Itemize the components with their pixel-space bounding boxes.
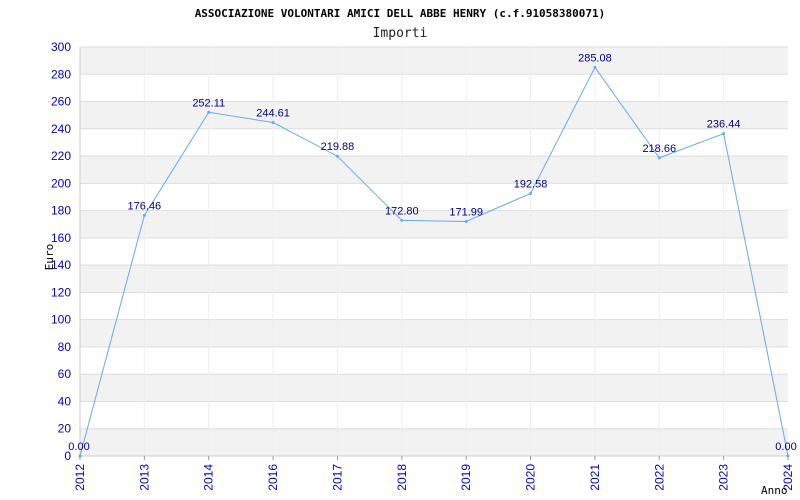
y-tick-label: 240 [51, 122, 71, 136]
x-tick-label: 2021 [588, 464, 602, 491]
x-tick-label: 2019 [459, 464, 473, 491]
data-point [335, 154, 339, 158]
y-axis-label: Euro [43, 244, 56, 271]
data-point [722, 132, 726, 136]
x-tick-label: 2018 [395, 464, 409, 491]
background-band [80, 374, 788, 402]
data-point [207, 110, 211, 114]
background-band [80, 156, 788, 184]
y-tick-label: 40 [58, 394, 72, 408]
data-label: 285.08 [578, 52, 612, 64]
x-tick-label: 2013 [137, 464, 151, 491]
data-label: 0.00 [68, 441, 89, 453]
line-chart: 0204060801001201401601802002202402602803… [43, 7, 797, 497]
x-tick-label: 2020 [524, 464, 538, 491]
x-tick-labels: 2012 2013 2014 2016 2017 2018 2019 2020 2021 2022… [73, 456, 795, 491]
y-tick-label: 160 [51, 231, 71, 245]
background-band [80, 47, 788, 75]
data-label: 171.99 [449, 207, 483, 219]
background-band [80, 428, 788, 456]
y-tick-label: 260 [51, 95, 71, 109]
data-label: 172.80 [385, 205, 419, 217]
y-tick-label: 280 [51, 67, 71, 81]
data-point [786, 454, 790, 458]
background-band [80, 265, 788, 293]
background-band [80, 101, 788, 129]
y-tick-label: 120 [51, 285, 71, 299]
y-tick-label: 300 [51, 40, 71, 54]
data-label: 0.00 [775, 441, 796, 453]
data-point [78, 454, 82, 458]
data-point [271, 121, 275, 125]
x-tick-label: 2014 [202, 464, 216, 491]
y-tick-label: 80 [58, 340, 72, 354]
y-tick-label: 220 [51, 149, 71, 163]
x-axis-label: Anno [761, 484, 788, 497]
data-point [529, 191, 533, 195]
chart-title: ASSOCIAZIONE VOLONTARI AMICI DELL ABBE H… [195, 7, 606, 20]
data-point [464, 220, 468, 224]
y-tick-label: 180 [51, 204, 71, 218]
background-band [80, 319, 788, 347]
data-label: 252.11 [192, 97, 225, 109]
data-label: 218.66 [642, 143, 676, 155]
x-tick-label: 2017 [330, 464, 344, 491]
data-point [400, 218, 404, 222]
x-tick-label: 2023 [717, 464, 731, 491]
x-tick-label: 2012 [73, 464, 87, 491]
y-tick-label: 20 [58, 422, 72, 436]
y-tick-label: 100 [51, 313, 71, 327]
chart-subtitle: Importi [373, 26, 428, 41]
data-label: 176.46 [128, 200, 162, 212]
plot-background-bands [80, 47, 788, 456]
data-point [142, 213, 146, 217]
y-tick-label: 60 [58, 367, 72, 381]
x-tick-label: 2016 [266, 464, 280, 491]
data-label: 244.61 [256, 108, 290, 120]
data-label: 219.88 [321, 141, 355, 153]
background-band [80, 210, 788, 238]
data-point [657, 156, 661, 160]
data-point [593, 65, 597, 69]
data-label: 236.44 [707, 119, 741, 131]
data-label: 192.58 [514, 178, 548, 190]
x-tick-label: 2022 [652, 464, 666, 491]
y-tick-label: 200 [51, 176, 71, 190]
